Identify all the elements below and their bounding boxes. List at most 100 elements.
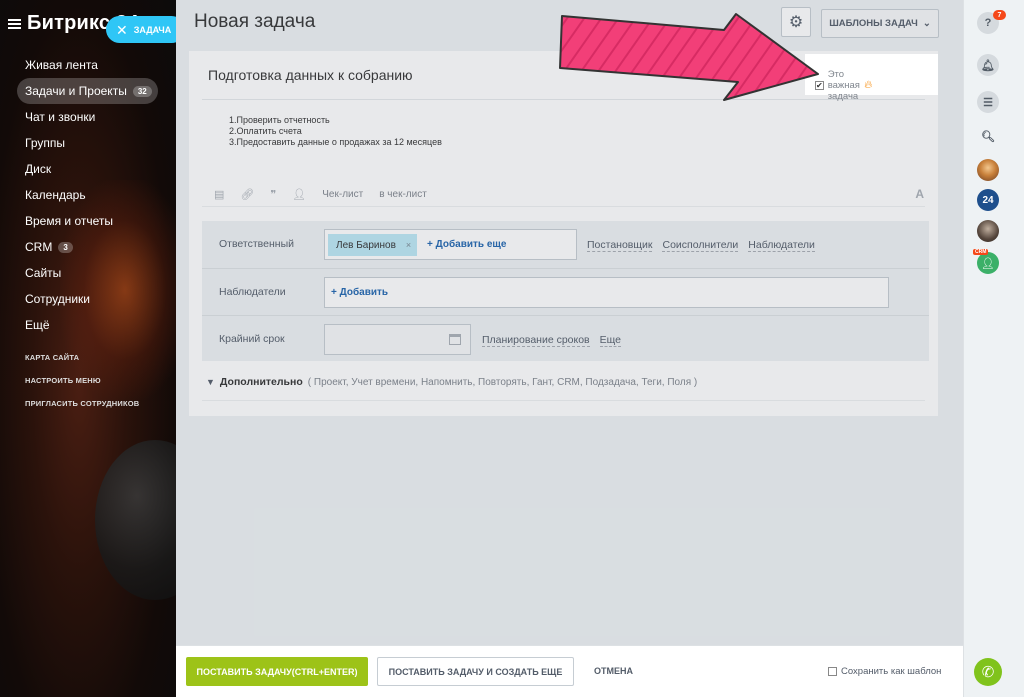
sidebar-sub-links: КАРТА САЙТА НАСТРОИТЬ МЕНЮ ПРИГЛАСИТЬ СО… xyxy=(25,353,139,422)
checklist-button[interactable]: Чек-лист xyxy=(322,189,363,200)
left-sidebar: Битрикс 24 ✕ ЗАДАЧА Живая лента Задачи и… xyxy=(0,0,176,697)
messenger-button[interactable]: ☰ xyxy=(977,91,999,113)
co-executors-link[interactable]: Соисполнители xyxy=(662,239,739,252)
add-observer-link[interactable]: + Добавить xyxy=(331,287,388,298)
editor-toolbar: ▤ 🔗︎ ❞ 👤︎ Чек-лист в чек-лист A xyxy=(214,182,924,206)
time-planning-link[interactable]: Планирование сроков xyxy=(482,334,590,347)
configure-menu-link[interactable]: НАСТРОИТЬ МЕНЮ xyxy=(25,376,139,399)
important-task-label: Это важная задача xyxy=(827,69,860,102)
sidebar-item-label: Ещё xyxy=(25,318,50,332)
sidebar-item-chat[interactable]: Чат и звонки xyxy=(17,104,167,130)
crm-tag: CRM xyxy=(973,249,989,255)
sidebar-item-label: Чат и звонки xyxy=(25,110,96,124)
observers-field[interactable]: + Добавить xyxy=(324,277,889,308)
crm-counter: 3 xyxy=(58,241,73,253)
create-task-button[interactable]: ПОСТАВИТЬ ЗАДАЧУ(CTRL+ENTER) xyxy=(186,657,368,686)
notifications-button[interactable]: 🔔︎ xyxy=(977,54,999,76)
create-task-and-new-button[interactable]: ПОСТАВИТЬ ЗАДАЧУ И СОЗДАТЬ ЕЩЕ xyxy=(377,657,574,686)
bell-icon: 🔔︎ xyxy=(981,59,995,72)
additional-items: ( Проект, Учет времени, Напомнить, Повто… xyxy=(307,376,698,388)
attach-file-icon[interactable]: ▤ xyxy=(214,188,224,201)
quote-icon[interactable]: ❞ xyxy=(270,188,276,201)
sidebar-item-label: Время и отчеты xyxy=(25,214,114,228)
deadline-row: Крайний срок Планирование сроков Еще xyxy=(202,315,929,362)
sidebar-item-groups[interactable]: Группы xyxy=(17,130,167,156)
task-slider-tab[interactable]: ✕ ЗАДАЧА xyxy=(106,16,176,43)
close-icon[interactable]: ✕ xyxy=(116,23,128,37)
observers-label: Наблюдатели xyxy=(219,286,286,298)
checkbox-unchecked-icon[interactable] xyxy=(828,667,837,676)
observers-link[interactable]: Наблюдатели xyxy=(748,239,815,252)
sidebar-item-sites[interactable]: Сайты xyxy=(17,260,167,286)
avatar-crm[interactable]: 👤︎ xyxy=(977,252,999,274)
deadline-more-link[interactable]: Еще xyxy=(599,334,622,347)
background-orb xyxy=(95,440,176,600)
additional-label: Дополнительно xyxy=(219,376,303,388)
page-title: Новая задача xyxy=(194,11,316,32)
role-links: Постановщик Соисполнители Наблюдатели xyxy=(587,239,815,252)
responsible-row: Ответственный Лев Баринов × + Добавить е… xyxy=(202,221,929,268)
sidebar-item-label: CRM xyxy=(25,240,53,254)
sidebar-item-label: Группы xyxy=(25,136,65,150)
cancel-button[interactable]: ОТМЕНА xyxy=(594,666,633,676)
search-button[interactable]: 🔍︎ xyxy=(977,125,999,147)
save-as-template-checkbox[interactable]: Сохранить как шаблон xyxy=(828,666,941,677)
invite-employees-link[interactable]: ПРИГЛАСИТЬ СОТРУДНИКОВ xyxy=(25,399,139,422)
flame-icon: 🔥︎ xyxy=(864,79,873,91)
task-fields: Ответственный Лев Баринов × + Добавить е… xyxy=(202,221,929,361)
task-title-input[interactable]: Подготовка данных к собранию xyxy=(208,67,413,83)
avatar[interactable] xyxy=(977,220,999,242)
help-badge: 7 xyxy=(993,10,1006,20)
main-menu: Живая лента Задачи и Проекты 32 Чат и зво… xyxy=(17,52,167,338)
sidebar-item-disk[interactable]: Диск xyxy=(17,156,167,182)
search-icon: 🔍︎ xyxy=(981,130,995,143)
menu-icon[interactable] xyxy=(8,18,21,29)
sidebar-item-time-reports[interactable]: Время и отчеты xyxy=(17,208,167,234)
deadline-links: Планирование сроков Еще xyxy=(482,334,622,347)
additional-section-toggle[interactable]: ▼ Дополнительно ( Проект, Учет времени, … xyxy=(206,376,697,388)
assignee-chip[interactable]: Лев Баринов × xyxy=(328,234,418,256)
mention-user-icon[interactable]: 👤︎ xyxy=(292,188,306,201)
sidebar-item-feed[interactable]: Живая лента xyxy=(17,52,167,78)
sidebar-item-label: Сайты xyxy=(25,266,62,280)
divider xyxy=(202,400,925,401)
sidebar-item-label: Сотрудники xyxy=(25,292,90,306)
text-format-icon[interactable]: A xyxy=(915,187,924,201)
chevron-down-icon: ⌄ xyxy=(922,18,931,29)
remove-assignee-icon[interactable]: × xyxy=(406,240,411,250)
responsible-label: Ответственный xyxy=(219,238,294,250)
observers-row: Наблюдатели + Добавить xyxy=(202,268,929,315)
description-line: 1.Проверить отчетность xyxy=(229,115,330,125)
avatar[interactable] xyxy=(977,159,999,181)
add-more-assignee-link[interactable]: + Добавить еще xyxy=(427,239,506,250)
phone-button[interactable]: ✆ xyxy=(974,658,1002,686)
user-icon: 👤︎ xyxy=(981,257,995,270)
sidebar-item-label: Задачи и Проекты xyxy=(25,84,127,98)
sidebar-item-more[interactable]: Ещё xyxy=(17,312,167,338)
help-icon: ? xyxy=(984,17,992,29)
responsible-field[interactable]: Лев Баринов × + Добавить еще xyxy=(324,229,577,260)
annotation-arrow xyxy=(559,13,819,101)
chat-icon: ☰ xyxy=(983,96,993,109)
to-checklist-button[interactable]: в чек-лист xyxy=(379,189,427,200)
deadline-label: Крайний срок xyxy=(219,333,285,345)
sidebar-item-employees[interactable]: Сотрудники xyxy=(17,286,167,312)
task-description-editor[interactable]: 1.Проверить отчетность 2.Оплатить счета … xyxy=(229,115,442,148)
avatar-24[interactable]: 24 xyxy=(977,189,999,211)
description-line: 2.Оплатить счета xyxy=(229,126,302,136)
link-icon[interactable]: 🔗︎ xyxy=(240,188,254,201)
form-footer: ПОСТАВИТЬ ЗАДАЧУ(CTRL+ENTER) ПОСТАВИТЬ З… xyxy=(176,645,963,697)
task-templates-button[interactable]: ШАБЛОНЫ ЗАДАЧ ⌄ xyxy=(821,9,939,38)
sidebar-item-crm[interactable]: CRM 3 xyxy=(17,234,167,260)
sitemap-link[interactable]: КАРТА САЙТА xyxy=(25,353,139,376)
sidebar-item-calendar[interactable]: Календарь xyxy=(17,182,167,208)
sidebar-item-tasks[interactable]: Задачи и Проекты 32 xyxy=(17,78,158,104)
tasks-counter: 32 xyxy=(132,85,152,97)
deadline-input[interactable] xyxy=(324,324,471,355)
sidebar-item-label: Живая лента xyxy=(25,58,98,72)
calendar-icon[interactable] xyxy=(449,334,461,345)
creator-link[interactable]: Постановщик xyxy=(587,239,653,252)
chevron-down-icon: ▼ xyxy=(206,377,215,387)
right-panel: ? 7 🔔︎ ☰ 🔍︎ 24 👤︎ CRM ✆ xyxy=(963,0,1024,697)
description-line: 3.Предоставить данные о продажах за 12 м… xyxy=(229,137,442,147)
